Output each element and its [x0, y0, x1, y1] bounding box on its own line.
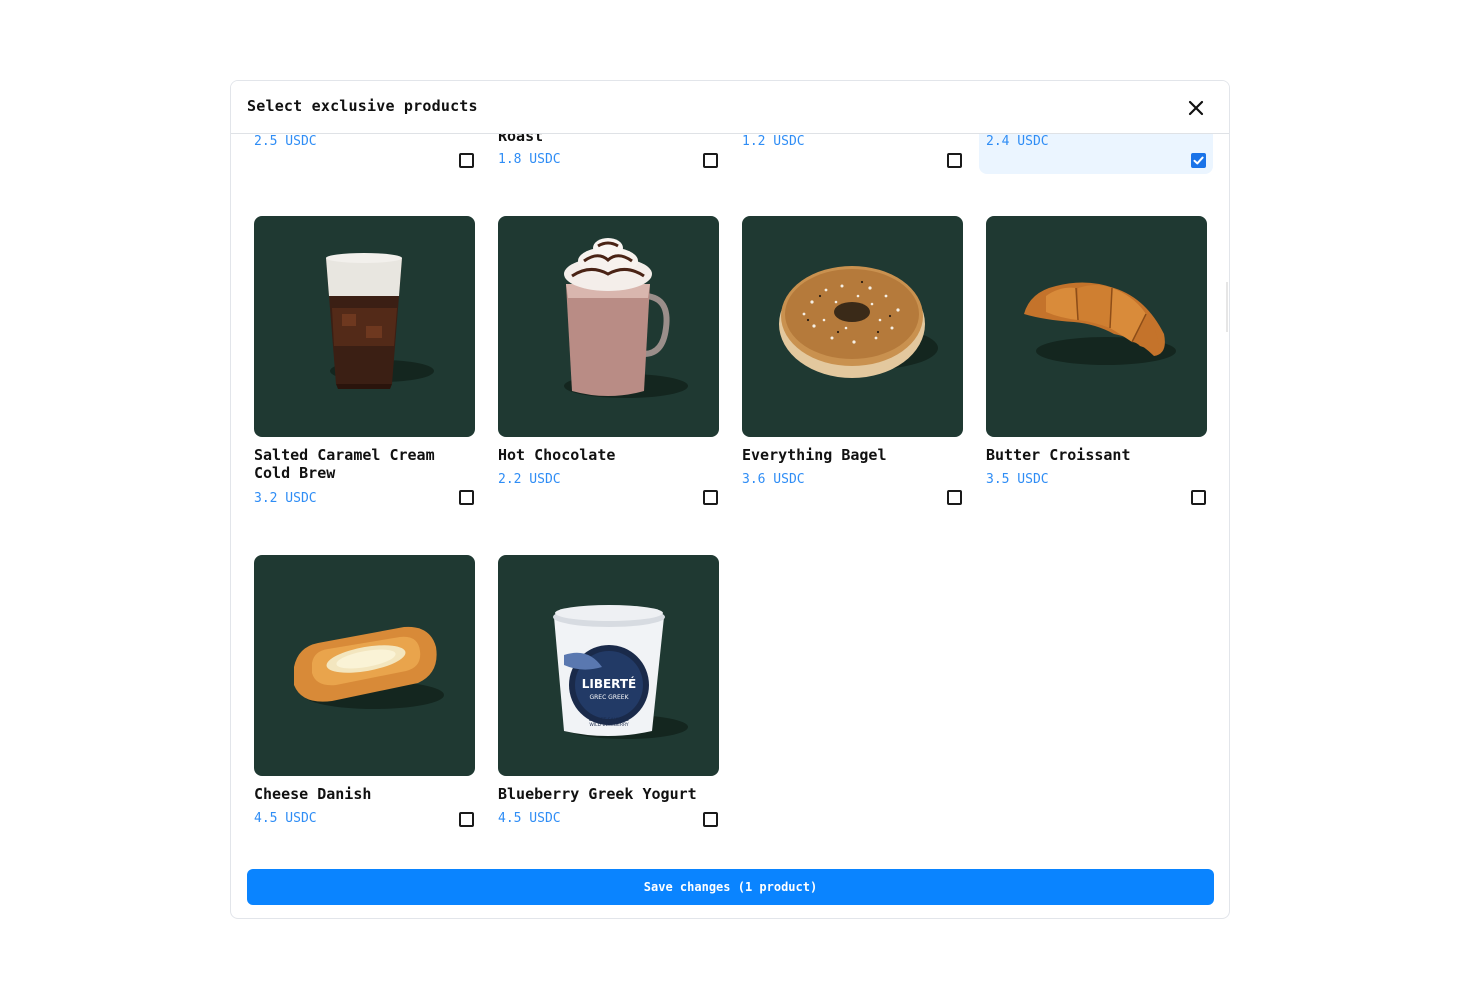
yogurt-brand-text: LIBERTÉ	[582, 676, 637, 691]
product-price: 1.8 USDC	[498, 152, 561, 167]
danish-image	[254, 555, 475, 776]
save-changes-button[interactable]: Save changes (1 product)	[247, 869, 1214, 905]
cold-brew-image	[254, 216, 475, 437]
product-price: 3.2 USDC	[254, 491, 317, 506]
modal-header: Select exclusive products	[231, 81, 1229, 134]
product-checkbox[interactable]	[947, 153, 962, 168]
product-name: Hot Chocolate	[498, 446, 616, 464]
product-price: 2.2 USDC	[498, 472, 561, 487]
product-grid[interactable]: 2.5 USDC Roast 1.8 USDC 1.2 USDC 2.4 USD…	[231, 134, 1229, 852]
scrollbar[interactable]	[1226, 282, 1228, 332]
product-price: 4.5 USDC	[498, 811, 561, 826]
product-card[interactable]: LIBERTÉ GREC GREEK BLEUET SAUVAGE WILD B…	[491, 555, 725, 845]
product-checkbox[interactable]	[459, 153, 474, 168]
product-name: Blueberry Greek Yogurt	[498, 785, 697, 803]
product-price: 4.5 USDC	[254, 811, 317, 826]
product-checkbox[interactable]	[703, 812, 718, 827]
product-checkbox[interactable]	[459, 490, 474, 505]
product-price: 2.5 USDC	[254, 134, 317, 149]
product-name: Butter Croissant	[986, 446, 1131, 464]
product-card[interactable]: 2.5 USDC	[247, 134, 481, 174]
product-price: 2.4 USDC	[986, 134, 1049, 149]
croissant-image	[986, 216, 1207, 437]
product-card[interactable]: Everything Bagel 3.6 USDC	[735, 216, 969, 516]
product-card[interactable]: Hot Chocolate 2.2 USDC	[491, 216, 725, 516]
product-card[interactable]: Salted Caramel Cream Cold Brew 3.2 USDC	[247, 216, 481, 516]
product-price: 1.2 USDC	[742, 134, 805, 149]
product-checkbox[interactable]	[947, 490, 962, 505]
product-name: Roast	[498, 134, 544, 145]
yogurt-type-text: GREC GREEK	[589, 694, 629, 701]
product-card[interactable]: Butter Croissant 3.5 USDC	[979, 216, 1213, 516]
product-card[interactable]: Roast 1.8 USDC	[491, 134, 725, 174]
product-price: 3.5 USDC	[986, 472, 1049, 487]
hot-chocolate-image	[498, 216, 719, 437]
product-checkbox-checked[interactable]	[1191, 153, 1206, 168]
close-icon	[1188, 100, 1204, 116]
yogurt-flavor-en-text: WILD BLUEBERRY	[589, 722, 629, 728]
bagel-image	[742, 216, 963, 437]
product-card[interactable]: Cheese Danish 4.5 USDC	[247, 555, 481, 845]
close-button[interactable]	[1185, 97, 1207, 119]
modal-title: Select exclusive products	[247, 97, 478, 115]
product-card[interactable]: 1.2 USDC	[735, 134, 969, 174]
yogurt-image: LIBERTÉ GREC GREEK BLEUET SAUVAGE WILD B…	[498, 555, 719, 776]
product-price: 3.6 USDC	[742, 472, 805, 487]
product-checkbox[interactable]	[459, 812, 474, 827]
product-selection-modal: Select exclusive products 2.5 USDC Roast…	[230, 80, 1230, 919]
product-checkbox[interactable]	[703, 153, 718, 168]
product-name: Everything Bagel	[742, 446, 887, 464]
product-name: Salted Caramel Cream Cold Brew	[254, 446, 435, 482]
product-card-selected[interactable]: 2.4 USDC	[979, 134, 1213, 174]
product-checkbox[interactable]	[1191, 490, 1206, 505]
checkmark-icon	[1193, 156, 1204, 165]
product-name: Cheese Danish	[254, 785, 372, 803]
product-checkbox[interactable]	[703, 490, 718, 505]
